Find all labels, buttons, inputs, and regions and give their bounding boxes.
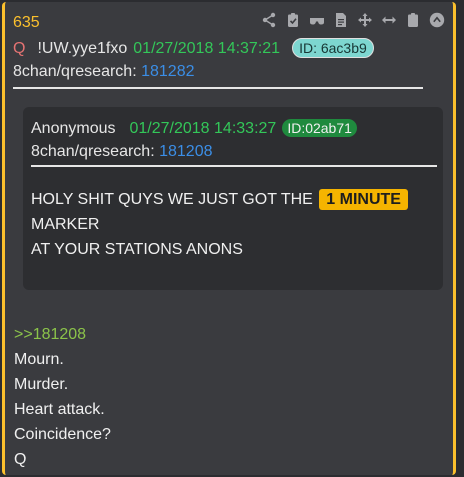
post-number: 635 xyxy=(13,14,40,31)
post-datetime: 01/27/2018 14:37:21 xyxy=(133,40,281,57)
tripcode: !UW.yye1fxo xyxy=(37,40,128,57)
move-icon[interactable] xyxy=(357,12,373,28)
quoted-board-line: 8chan/qresearch: 181208 xyxy=(31,143,212,161)
post-board-line: 8chan/qresearch: 181282 xyxy=(13,63,194,81)
expand-horizontal-icon[interactable] xyxy=(381,12,397,28)
quoted-line-2: MARKER xyxy=(31,216,100,233)
post-body: >>181208 Mourn. Murder. Heart attack. Co… xyxy=(14,322,111,472)
quoted-divider xyxy=(31,165,437,167)
quoted-board-name: 8chan/qresearch: xyxy=(31,143,155,160)
highlight-badge: 1 MINUTE xyxy=(319,189,408,210)
share-icon[interactable] xyxy=(261,12,277,28)
clipboard-icon[interactable] xyxy=(405,12,421,28)
chevron-up-circle-icon[interactable] xyxy=(429,12,445,28)
header-divider xyxy=(13,87,423,89)
post-header: Q !UW.yye1fxo 01/27/2018 14:37:21 ID: 6ac3b… xyxy=(13,38,374,58)
body-line: Mourn. xyxy=(14,351,64,368)
quoted-line-1: HOLY SHIT QUYS WE JUST GOT THE xyxy=(31,191,313,208)
reply-link[interactable]: >>181208 xyxy=(14,322,111,347)
clipboard-check-icon[interactable] xyxy=(285,12,301,28)
quoted-author: Anonymous xyxy=(31,120,116,137)
poster-id-badge[interactable]: ID: 6ac3b9 xyxy=(292,38,374,58)
body-line: Murder. xyxy=(14,376,69,393)
post-card: 635 Q !UW.yye1fxo 01/27/2018 14:37:21 ID: 6… xyxy=(2,2,456,475)
quoted-post-link[interactable]: 181208 xyxy=(159,143,212,160)
quoted-id-badge[interactable]: ID:02ab71 xyxy=(282,119,357,137)
quoted-datetime: 01/27/2018 14:33:27 xyxy=(129,120,277,137)
post-toolbar xyxy=(261,12,445,28)
body-line: Heart attack. xyxy=(14,401,105,418)
quoted-line-3: AT YOUR STATIONS ANONS xyxy=(31,241,243,258)
quoted-text: HOLY SHIT QUYS WE JUST GOT THE 1 MINUTE … xyxy=(31,187,408,262)
quoted-post-header: Anonymous 01/27/2018 14:33:27 ID:02ab71 xyxy=(31,119,357,138)
board-name: 8chan/qresearch: xyxy=(13,63,137,80)
body-line: Coincidence? xyxy=(14,426,111,443)
glasses-icon[interactable] xyxy=(309,12,325,28)
quoted-post: Anonymous 01/27/2018 14:33:27 ID:02ab71 8c… xyxy=(23,107,443,290)
signature: Q xyxy=(14,451,27,468)
post-link[interactable]: 181282 xyxy=(141,63,194,80)
document-icon[interactable] xyxy=(333,12,349,28)
author-initial: Q xyxy=(13,40,26,57)
